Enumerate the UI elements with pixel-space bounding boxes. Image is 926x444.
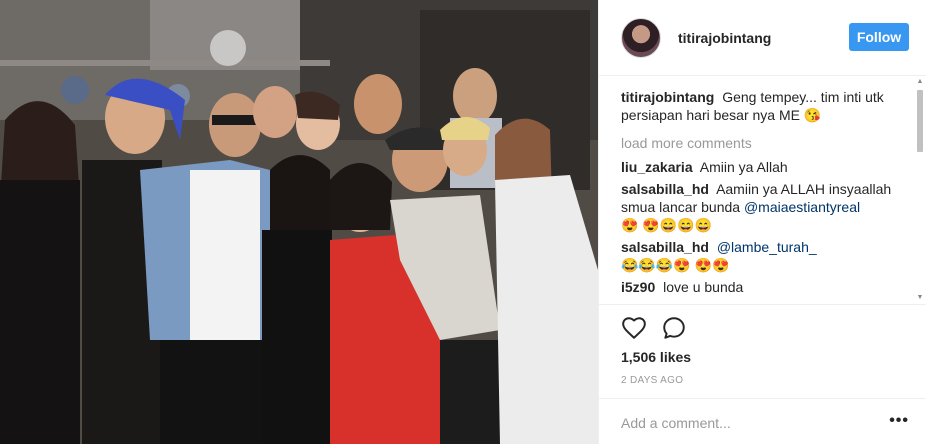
comment-emoji: 😂😂😂😍 😍😍 [621, 257, 730, 273]
comment-item: salsabilla_hd @lambe_turah_ 😂😂😂😍 😍😍 [621, 238, 911, 274]
scroll-down-arrow-icon[interactable]: ▼ [916, 294, 924, 302]
comment-item: i5z90 love u bunda [621, 278, 911, 296]
action-buttons [621, 315, 687, 341]
post-header: titirajobintang Follow [599, 0, 926, 76]
scroll-thumb[interactable] [917, 90, 923, 152]
actions-section: 1,506 likes 2 DAYS AGO [599, 304, 926, 398]
instagram-post: titirajobintang Follow titirajobintang G… [0, 0, 926, 444]
comment-mention[interactable]: @maiaestiantyreal [744, 199, 860, 215]
header-username[interactable]: titirajobintang [678, 30, 771, 46]
heart-icon[interactable] [621, 315, 647, 341]
comment-text: Amiin ya Allah [699, 159, 788, 175]
comment-username[interactable]: i5z90 [621, 279, 655, 295]
scroll-up-arrow-icon[interactable]: ▲ [916, 78, 924, 86]
post-photo[interactable] [0, 0, 598, 444]
post-side-panel: titirajobintang Follow titirajobintang G… [598, 0, 926, 444]
comment-item: salsabilla_hd Aamiin ya ALLAH insyaallah… [621, 180, 911, 234]
comment-username[interactable]: salsabilla_hd [621, 181, 709, 197]
comment-mention[interactable]: @lambe_turah_ [717, 239, 817, 255]
add-comment-input[interactable] [621, 413, 871, 433]
caption: titirajobintang Geng tempey... tim inti … [621, 88, 911, 124]
add-comment-section: ••• [599, 398, 926, 444]
comment-username[interactable]: salsabilla_hd [621, 239, 709, 255]
comment-item: liu_zakaria Amiin ya Allah [621, 158, 911, 176]
more-options-button[interactable]: ••• [889, 413, 909, 429]
follow-button[interactable]: Follow [849, 23, 909, 51]
comments-scrollbar[interactable]: ▲ ▼ [916, 78, 924, 302]
likes-count[interactable]: 1,506 likes [621, 349, 691, 365]
comment-bubble-icon[interactable] [661, 315, 687, 341]
group-photo-illustration [0, 0, 598, 444]
comment-emoji: 😍 😍😄😄😄 [621, 217, 713, 233]
post-date[interactable]: 2 DAYS AGO [621, 375, 683, 386]
caption-username[interactable]: titirajobintang [621, 89, 714, 105]
load-more-comments-link[interactable]: load more comments [621, 134, 911, 152]
avatar[interactable] [621, 17, 661, 58]
comment-text: love u bunda [663, 279, 744, 295]
comments-list: titirajobintang Geng tempey... tim inti … [621, 88, 911, 302]
comment-username[interactable]: liu_zakaria [621, 159, 693, 175]
